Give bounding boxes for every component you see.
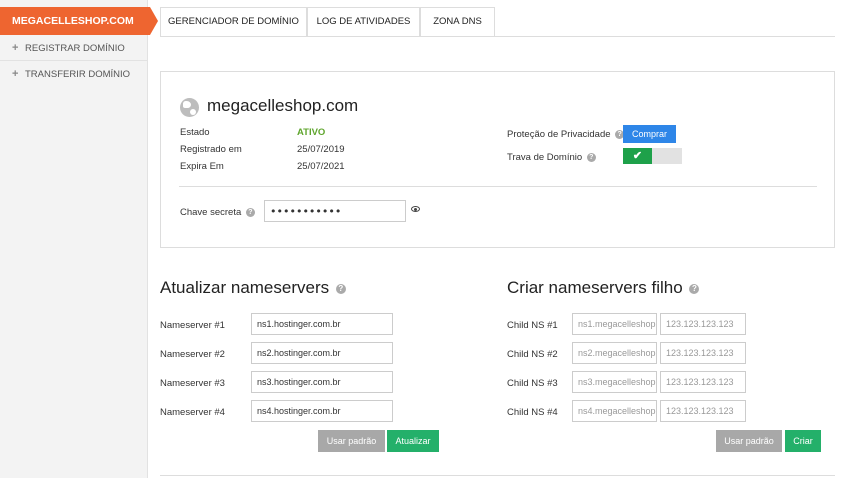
child-ns-label: Child NS #3: [507, 378, 558, 389]
child-ns-ip-input[interactable]: [660, 400, 746, 422]
tab-dns-zone[interactable]: ZONA DNS: [420, 7, 495, 37]
buy-privacy-button[interactable]: Comprar: [623, 125, 676, 143]
nameserver-input[interactable]: [251, 342, 393, 364]
sidebar-item-register-domain[interactable]: + REGISTRAR DOMÍNIO: [0, 35, 148, 61]
child-ns-ip-input[interactable]: [660, 313, 746, 335]
domain-name: megacelleshop.com: [207, 96, 359, 115]
status-label: Estado: [180, 127, 210, 138]
help-icon[interactable]: ?: [689, 284, 700, 294]
nameserver-input[interactable]: [251, 371, 393, 393]
sidebar: MEGACELLESHOP.COM + REGISTRAR DOMÍNIO + TR…: [0, 0, 158, 478]
nameservers-title: Atualizar nameservers ?: [160, 278, 346, 298]
expires-label: Expira Em: [180, 161, 224, 172]
child-ns-ip-input[interactable]: [660, 371, 746, 393]
secret-key-text: Chave secreta: [180, 207, 242, 218]
eye-icon[interactable]: [411, 206, 420, 212]
nameserver-input[interactable]: [251, 400, 393, 422]
nameserver-label: Nameserver #4: [160, 407, 225, 418]
secret-key-label: Chave secreta ?: [180, 207, 255, 218]
help-icon[interactable]: ?: [335, 284, 346, 294]
child-ns-host-input[interactable]: [572, 313, 657, 335]
registered-value: 25/07/2019: [297, 144, 345, 155]
child-ns-label: Child NS #2: [507, 349, 558, 360]
globe-icon: [180, 98, 199, 117]
child-nameservers-title: Criar nameservers filho ?: [507, 278, 700, 298]
child-nameservers-title-text: Criar nameservers filho: [507, 278, 683, 297]
tab-activity-log[interactable]: LOG DE ATIVIDADES: [307, 7, 420, 37]
domain-lock-label: Trava de Domínio ?: [507, 152, 596, 163]
sidebar-item-label: TRANSFERIR DOMÍNIO: [25, 69, 131, 80]
status-value: ATIVO: [297, 127, 326, 138]
sidebar-item-label: REGISTRAR DOMÍNIO: [25, 43, 125, 54]
sidebar-item-domain[interactable]: MEGACELLESHOP.COM: [0, 7, 158, 35]
use-default-nameservers-button[interactable]: Usar padrão: [318, 430, 385, 452]
use-default-child-ns-button[interactable]: Usar padrão: [716, 430, 782, 452]
child-ns-ip-input[interactable]: [660, 342, 746, 364]
content-divider: [160, 475, 835, 476]
nameserver-input[interactable]: [251, 313, 393, 335]
tab-domain-manager[interactable]: GERENCIADOR DE DOMÍNIO: [160, 7, 307, 37]
help-icon[interactable]: ?: [586, 153, 596, 162]
child-ns-label: Child NS #4: [507, 407, 558, 418]
child-ns-host-input[interactable]: [572, 342, 657, 364]
create-child-ns-button[interactable]: Criar: [785, 430, 821, 452]
expires-value: 25/07/2021: [297, 161, 345, 172]
nameserver-label: Nameserver #2: [160, 349, 225, 360]
nameservers-title-text: Atualizar nameservers: [160, 278, 330, 297]
secret-key-input[interactable]: [264, 200, 406, 222]
plus-icon: +: [12, 42, 19, 54]
update-nameservers-button[interactable]: Atualizar: [387, 430, 439, 452]
privacy-protection-label: Proteção de Privacidade ?: [507, 129, 625, 140]
child-ns-host-input[interactable]: [572, 371, 657, 393]
child-ns-label: Child NS #1: [507, 320, 558, 331]
privacy-protection-text: Proteção de Privacidade: [507, 129, 611, 140]
plus-icon: +: [12, 68, 19, 80]
tab-divider: [160, 36, 835, 37]
registered-label: Registrado em: [180, 144, 242, 155]
check-icon: ✔: [623, 148, 652, 164]
child-ns-host-input[interactable]: [572, 400, 657, 422]
nameserver-label: Nameserver #1: [160, 320, 225, 331]
domain-lock-text: Trava de Domínio: [507, 152, 583, 163]
sidebar-item-transfer-domain[interactable]: + TRANSFERIR DOMÍNIO: [0, 61, 148, 87]
nameserver-label: Nameserver #3: [160, 378, 225, 389]
domain-lock-toggle[interactable]: ✔: [623, 148, 682, 164]
help-icon[interactable]: ?: [245, 208, 255, 217]
domain-card: megacelleshop.com Estado ATIVO Registrad…: [160, 71, 835, 248]
card-divider: [179, 186, 817, 187]
